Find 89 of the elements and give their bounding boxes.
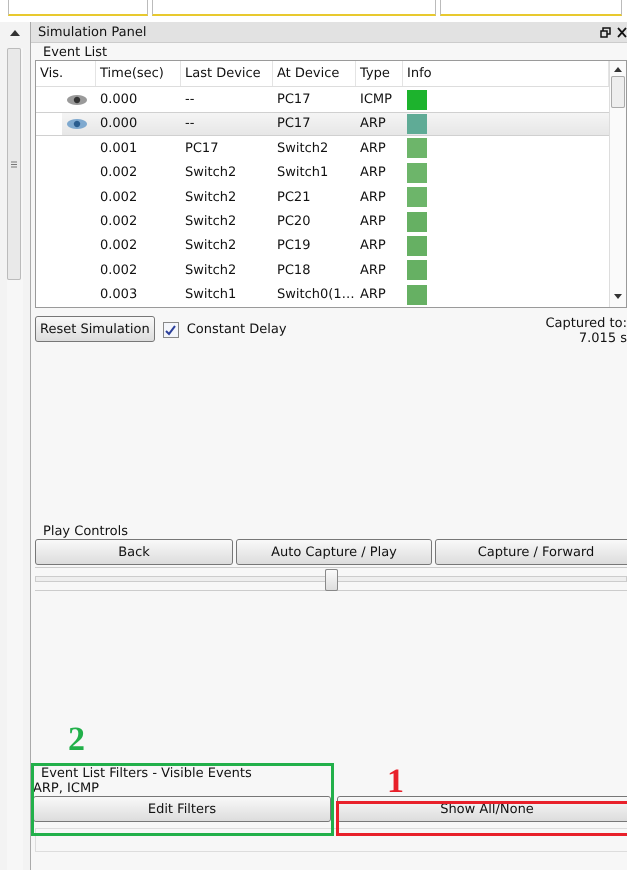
column-header[interactable]: Vis.	[36, 61, 96, 86]
table-cell-text: 0.000	[99, 92, 138, 108]
captured-value: 7.015 s	[578, 331, 627, 346]
table-row[interactable]: 0.001 PC17 Switch2 ARP	[36, 136, 609, 161]
table-row[interactable]: 0.002 Switch2 PC20 ARP	[36, 209, 609, 234]
table-cell-text: ARP	[359, 214, 387, 230]
table-cell-text: 0.002	[99, 190, 138, 205]
filter-value: ARP, ICMP	[33, 781, 100, 796]
scroll-up-arrow-icon[interactable]	[10, 30, 20, 36]
info-color-square[interactable]	[407, 187, 427, 208]
table-cell-text: ARP	[359, 165, 387, 180]
column-header[interactable]: Time(sec)	[96, 61, 181, 86]
checkbox[interactable]	[162, 322, 179, 338]
table-cell-text: PC17	[276, 116, 312, 132]
scroll-up-arrow-icon[interactable]	[614, 67, 622, 72]
table-cell-text: 0.001	[99, 140, 138, 156]
table-row[interactable]: 0.002 Switch2 PC21 ARP	[36, 184, 609, 210]
table-cell-text: ARP	[359, 190, 387, 205]
table-cell-text: ARP	[359, 116, 387, 132]
table-cell-text: Switch2	[184, 238, 238, 254]
checkbox-label: Constant Delay	[186, 322, 287, 337]
table-cell-text: PC20	[276, 214, 312, 230]
info-color-square[interactable]	[407, 212, 427, 232]
table-cell-text: Switch2	[184, 262, 238, 278]
table-cell-text: ICMP	[359, 92, 393, 108]
panel-title: Simulation Panel	[38, 24, 146, 40]
restore-window-icon[interactable]	[600, 26, 611, 38]
table-row[interactable]: 0.002 Switch2 PC18 ARP	[36, 258, 609, 283]
table-cell-text: ARP	[359, 287, 387, 302]
table-cell-text: Switch2	[184, 190, 238, 205]
table-cell-text: Switch1	[184, 287, 238, 302]
table-cell-text: ARP	[359, 262, 387, 278]
toolbar-tab[interactable]	[8, 0, 148, 16]
column-header[interactable]: At Device	[273, 61, 356, 86]
table-cell-text: PC18	[276, 262, 312, 278]
scrollbar-thumb[interactable]	[7, 48, 21, 280]
table-cell-text: ARP	[359, 238, 387, 254]
slider-thumb[interactable]	[325, 569, 338, 591]
table-row[interactable]: 0.000 -- PC17 ICMP	[36, 87, 609, 112]
group-label: Event List Filters - Visible Events	[40, 766, 252, 781]
captured-label: Captured to:	[545, 316, 627, 331]
column-header[interactable]: Type	[356, 61, 403, 86]
table-cell-text: PC21	[276, 190, 312, 205]
toolbar-tab[interactable]	[440, 0, 622, 16]
table-cell-text: 0.002	[99, 262, 138, 278]
play-control-button[interactable]: Back	[35, 539, 233, 565]
group-label: Event List	[42, 45, 108, 60]
table-cell-text: PC19	[276, 238, 312, 254]
table-cell-text: 0.003	[99, 287, 138, 302]
info-color-square[interactable]	[407, 260, 427, 280]
table-cell-text: 0.002	[99, 165, 138, 180]
edit-filters-button[interactable]: Edit Filters	[33, 796, 331, 822]
info-color-square[interactable]	[407, 138, 427, 158]
table-row[interactable]: 0.002 Switch2 PC19 ARP	[36, 234, 609, 258]
info-color-square[interactable]	[407, 284, 427, 305]
selected-table-row[interactable]: 0.000 -- PC17 ARP	[36, 112, 609, 136]
table-cell-text: Switch1	[276, 165, 330, 180]
column-header[interactable]: Last Device	[181, 61, 273, 86]
scroll-down-arrow-icon[interactable]	[614, 294, 622, 299]
table-cell-text: ARP	[359, 140, 387, 156]
table-row[interactable]: 0.002 Switch2 Switch1 ARP	[36, 160, 609, 185]
annotation-number: 2	[68, 723, 85, 757]
table-cell-text: 0.000	[99, 116, 138, 132]
play-control-button[interactable]: Auto Capture / Play	[236, 539, 432, 565]
table-cell-text: 0.002	[99, 214, 138, 230]
info-color-square[interactable]	[407, 162, 427, 183]
table-cell-text: --	[184, 92, 196, 108]
play-control-button[interactable]: Capture / Forward	[435, 539, 627, 565]
table-cell-text: Switch2	[184, 214, 238, 230]
annotation-number: 1	[387, 765, 404, 799]
scrollbar-thumb[interactable]	[611, 76, 625, 108]
table-cell-text: Switch2	[184, 165, 238, 180]
reset-simulation-button[interactable]: Reset Simulation	[35, 316, 155, 342]
slider-track[interactable]	[35, 567, 627, 591]
info-color-square[interactable]	[407, 114, 427, 134]
table-cell-text: Switch2	[276, 140, 330, 156]
table-row[interactable]: 0.003 Switch1 Switch0(1… ARP	[36, 282, 609, 307]
group-label: Play Controls	[42, 524, 128, 539]
info-color-square[interactable]	[407, 236, 427, 256]
table-cell-text: PC17	[276, 92, 312, 108]
table-cell-text: Switch0(1…	[276, 287, 356, 302]
table-cell-text: --	[184, 116, 196, 132]
toolbar-tab[interactable]	[152, 0, 436, 16]
close-icon[interactable]	[617, 26, 627, 38]
table-cell-text: 0.002	[99, 238, 138, 254]
eye-icon[interactable]	[66, 94, 88, 106]
table-cell-text: PC17	[184, 140, 220, 156]
info-color-square[interactable]	[407, 90, 427, 110]
eye-icon[interactable]	[66, 118, 88, 130]
